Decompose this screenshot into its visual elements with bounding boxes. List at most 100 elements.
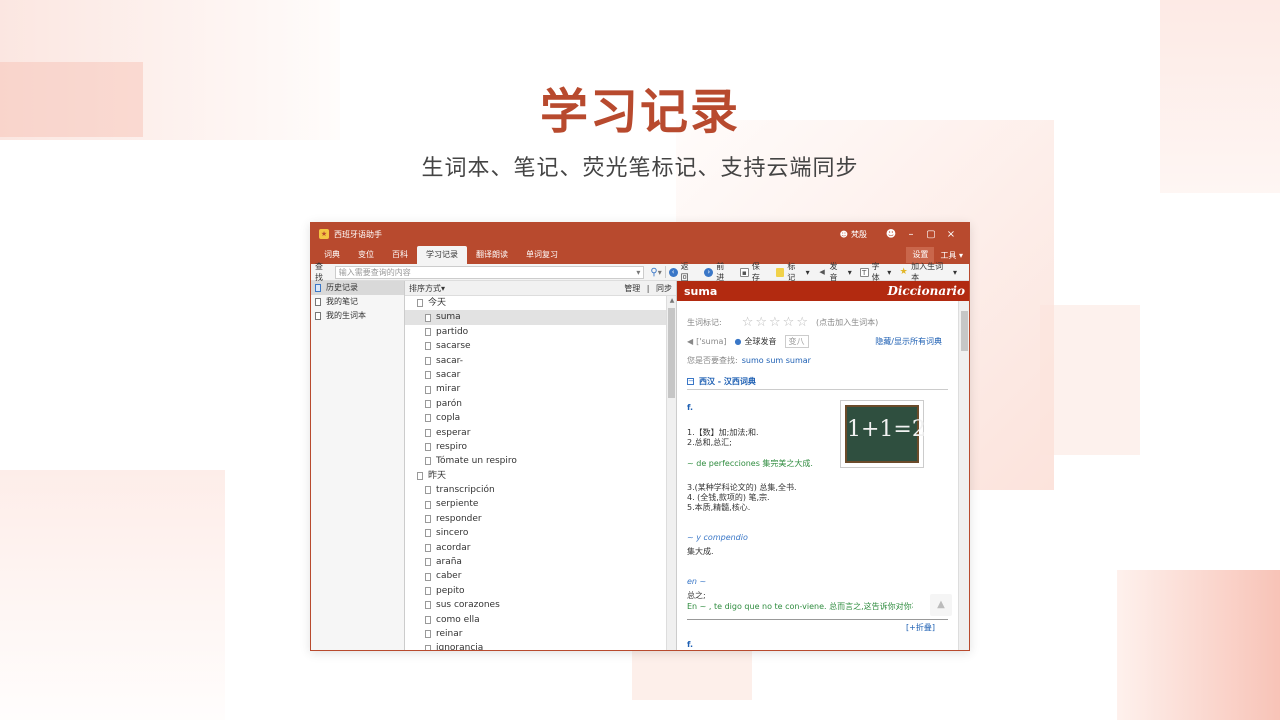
phonetic-row: ◀ ['suma] ● 全球发音 变八 隐藏/显示所有词典 bbox=[687, 335, 942, 348]
history-list-pane: 排序方式▾ 管理 | 同步 今天 suma partido sacarse sacar-… bbox=[405, 281, 677, 650]
scrollbar-thumb bbox=[668, 308, 675, 398]
history-scrollbar[interactable]: ▲ bbox=[666, 296, 676, 650]
add-wordbook-button[interactable]: ★ 加入生词本 ▾ bbox=[899, 261, 957, 283]
dictionary-content: 生词标记: ☆☆☆☆☆ (点击加入生词本) ◀ ['suma] ● 全球发音 变… bbox=[677, 301, 958, 650]
history-entry[interactable]: caber bbox=[405, 569, 667, 583]
tab-word-review[interactable]: 单词复习 bbox=[517, 246, 567, 264]
history-entry[interactable]: ignorancia bbox=[405, 641, 667, 650]
user-icon: ☻ bbox=[839, 229, 848, 239]
history-entry[interactable]: esperar bbox=[405, 426, 667, 440]
dictionary-scrollbar[interactable] bbox=[958, 301, 969, 650]
wordbook-hint[interactable]: (点击加入生词本) bbox=[816, 317, 878, 328]
suggestion-links[interactable]: sumo sum sumar bbox=[742, 356, 811, 365]
history-entry[interactable]: suma bbox=[405, 310, 667, 325]
toggle-all-dictionaries[interactable]: 隐藏/显示所有词典 bbox=[875, 336, 942, 347]
illustration-image: 1+1=2 bbox=[840, 400, 926, 468]
background-decoration bbox=[1040, 305, 1140, 455]
history-entry[interactable]: como ella bbox=[405, 613, 667, 627]
feedback-icon[interactable]: ☻ bbox=[881, 229, 901, 240]
save-button[interactable]: ▪ 保存 bbox=[739, 261, 768, 283]
tools-menu[interactable]: 工具 ▾ bbox=[940, 250, 963, 261]
search-icon[interactable]: ⚲ bbox=[650, 267, 657, 278]
tab-encyclopedia[interactable]: 百科 bbox=[383, 246, 417, 264]
history-entry[interactable]: copla bbox=[405, 411, 667, 425]
search-input[interactable]: 输入需要查询的内容 ▾ bbox=[334, 265, 645, 279]
close-button[interactable]: × bbox=[941, 229, 961, 240]
history-entry[interactable]: pepito bbox=[405, 584, 667, 598]
font-icon: T bbox=[859, 267, 869, 277]
phrase-definition: 集大成. bbox=[687, 547, 714, 556]
toolbar: 查找 输入需要查询的内容 ▾ ⚲ ▾ ‹ 返回 › 前进 ▪ 保存 标记 ▾ ◀ 发音 … bbox=[311, 261, 969, 283]
tab-translate-read[interactable]: 翻译朗读 bbox=[467, 246, 517, 264]
document-icon bbox=[315, 312, 321, 320]
rating-stars[interactable]: ☆☆☆☆☆ bbox=[742, 315, 810, 330]
history-entry[interactable]: respiro bbox=[405, 440, 667, 454]
minimize-button[interactable]: – bbox=[901, 229, 921, 240]
history-entry[interactable]: araña bbox=[405, 555, 667, 569]
section-divider bbox=[687, 389, 948, 390]
history-entry[interactable]: sacar- bbox=[405, 354, 667, 368]
chevron-down-icon[interactable]: ▾ bbox=[658, 268, 662, 277]
forward-button[interactable]: › 前进 bbox=[704, 261, 732, 283]
history-entry[interactable]: sacar bbox=[405, 368, 667, 382]
globe-icon[interactable]: ● bbox=[735, 337, 742, 346]
sync-button[interactable]: 同步 bbox=[656, 284, 672, 293]
phrase-definition: 总之; bbox=[687, 591, 706, 600]
speaker-icon: ◀ bbox=[819, 267, 825, 276]
document-icon bbox=[425, 529, 431, 538]
document-icon bbox=[417, 299, 423, 308]
dictionary-brand: Diccionario bbox=[887, 284, 965, 298]
example: ~ de perfecciones 集完美之大成. bbox=[687, 459, 813, 468]
document-icon bbox=[425, 313, 431, 322]
history-entry[interactable]: parón bbox=[405, 397, 667, 411]
back-button[interactable]: ‹ 返回 bbox=[668, 261, 697, 283]
user-account[interactable]: ☻ 梵殷 bbox=[840, 229, 867, 240]
sidebar-item-history[interactable]: 历史记录 bbox=[311, 281, 404, 295]
mark-button[interactable]: 标记 ▾ bbox=[775, 261, 810, 283]
sidebar-item-notes[interactable]: 我的笔记 bbox=[311, 295, 404, 309]
history-entry[interactable]: sus corazones bbox=[405, 598, 667, 612]
back-to-top-button[interactable]: ▲ bbox=[930, 594, 952, 616]
scroll-up-icon: ▲ bbox=[669, 297, 675, 304]
background-decoration bbox=[1117, 570, 1280, 720]
document-icon bbox=[425, 356, 431, 365]
history-entry[interactable]: sincero bbox=[405, 526, 667, 540]
collapse-link[interactable]: [+折叠] bbox=[906, 622, 935, 633]
manage-button[interactable]: 管理 bbox=[624, 284, 640, 293]
speaker-icon[interactable]: ◀ bbox=[687, 337, 693, 346]
global-speak-link[interactable]: 全球发音 bbox=[745, 336, 777, 347]
history-entry[interactable]: reinar bbox=[405, 627, 667, 641]
document-icon bbox=[425, 630, 431, 639]
section-header[interactable]: − 西汉 - 汉西词典 bbox=[687, 376, 756, 387]
history-list: 今天 suma partido sacarse sacar-sacar mirar paró… bbox=[405, 296, 667, 650]
history-entry[interactable]: responder bbox=[405, 512, 667, 526]
history-entry[interactable]: acordar bbox=[405, 541, 667, 555]
entry-divider bbox=[687, 619, 948, 620]
speak-button[interactable]: ◀ 发音 ▾ bbox=[818, 261, 851, 283]
phonetic: ['suma] bbox=[696, 337, 727, 346]
history-entry[interactable]: mirar bbox=[405, 382, 667, 396]
history-entry[interactable]: Tómate un respiro bbox=[405, 454, 667, 468]
history-entry[interactable]: serpiente bbox=[405, 497, 667, 511]
history-entry[interactable]: transcripción bbox=[405, 483, 667, 497]
chalkboard: 1+1=2 bbox=[845, 405, 926, 463]
part-of-speech: f. bbox=[687, 403, 694, 412]
sidebar-item-wordbook[interactable]: 我的生词本 bbox=[311, 309, 404, 323]
maximize-button[interactable]: ▢ bbox=[921, 229, 941, 240]
sort-menu[interactable]: 排序方式▾ bbox=[409, 283, 445, 294]
dropdown-arrow-icon[interactable]: ▾ bbox=[636, 267, 640, 278]
suggestion-row: 您是否要查找: sumo sum sumar bbox=[687, 356, 811, 365]
definition: 2.总和,总汇; bbox=[687, 438, 732, 447]
tab-study-record[interactable]: 学习记录 bbox=[417, 246, 467, 264]
history-entry[interactable]: sacarse bbox=[405, 339, 667, 353]
history-entry[interactable]: partido bbox=[405, 325, 667, 339]
user-name: 梵殷 bbox=[851, 229, 867, 239]
toolbar-divider bbox=[664, 266, 666, 278]
tab-conjugation[interactable]: 变位 bbox=[349, 246, 383, 264]
page-headline: 学习记录 bbox=[539, 84, 740, 140]
document-icon bbox=[425, 385, 431, 394]
highlighter-icon bbox=[775, 267, 785, 277]
document-icon bbox=[425, 414, 431, 423]
font-button[interactable]: T 字体 ▾ bbox=[859, 261, 891, 283]
collapse-icon: − bbox=[687, 377, 694, 385]
